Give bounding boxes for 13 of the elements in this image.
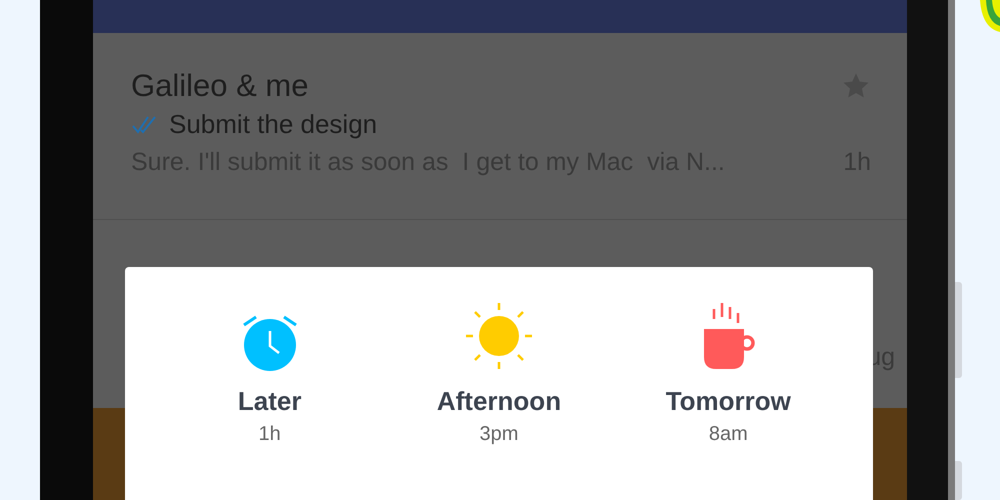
option-time: 1h xyxy=(258,422,281,447)
snooze-option[interactable]: Tomorrow 8am xyxy=(628,295,828,455)
conversation-participants: Galileo & me xyxy=(131,67,308,105)
option-time: 8am xyxy=(708,422,748,447)
sun-icon xyxy=(464,301,534,371)
snooze-option[interactable]: Afternoon 3pm xyxy=(398,295,599,455)
ball-drawing xyxy=(978,0,1000,32)
option-label: Later xyxy=(238,385,302,417)
option-label: Tomorrow xyxy=(666,385,791,417)
conversation-subject: Submit the design xyxy=(169,108,378,141)
option-label: Afternoon xyxy=(436,385,562,417)
snooze-option[interactable]: Later 1h xyxy=(170,295,370,455)
option-time: 3pm xyxy=(480,422,518,447)
